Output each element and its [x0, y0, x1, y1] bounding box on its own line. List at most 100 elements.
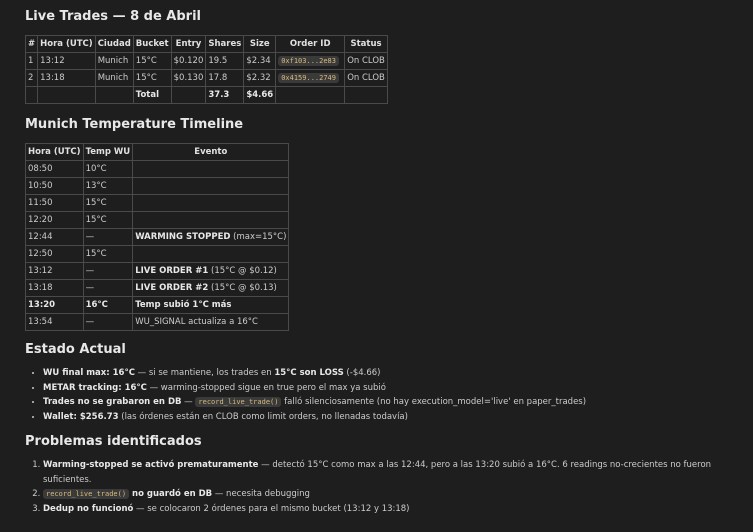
item-bold: Dedup no funcionó: [43, 503, 134, 514]
timeline-row: 12:20 15°C: [25, 211, 290, 229]
timeline-table: Hora (UTC) Temp WU Evento 08:50 10°C 10:50…: [25, 143, 290, 331]
trade-order-id: 0xf103...2e83: [278, 56, 339, 66]
timeline-evento: [132, 177, 290, 195]
total-size: $4.66: [243, 86, 277, 104]
col-header-size: Size: [243, 35, 277, 53]
trade-status: On CLOB: [344, 69, 388, 87]
timeline-temp-text: —: [85, 232, 95, 242]
estado-heading: Estado Actual: [25, 342, 126, 357]
timeline-hora: 13:18: [25, 279, 84, 297]
item-text: — necesita debugging: [212, 489, 310, 499]
timeline-hora: 11:50: [25, 194, 84, 212]
timeline-evento: LIVE ORDER #2 (15°C @ $0.13): [132, 279, 290, 297]
timeline-hora-text: 08:50: [28, 164, 53, 174]
total-shares: 37.3: [205, 86, 245, 104]
timeline-temp: —: [82, 262, 134, 280]
timeline-evento: [132, 245, 290, 263]
list-item: Warming-stopped se activó prematuramente…: [43, 458, 753, 487]
timeline-temp: —: [82, 228, 134, 246]
item-bold: Trades no se grabaron en DB: [43, 397, 182, 407]
trade-ciudad: Munich: [94, 52, 134, 70]
trade-number: 1: [24, 52, 39, 70]
empty-cell: [37, 86, 96, 104]
trade-bucket: 15°C: [132, 52, 172, 70]
empty-cell: [275, 86, 346, 104]
timeline-temp: 15°C: [82, 194, 134, 212]
timeline-hora-text: 10:50: [28, 181, 53, 191]
timeline-hora-text: 13:54: [28, 317, 53, 327]
trade-row: 2 13:18 Munich 15°C $0.130 17.8 $2.32 0x…: [24, 69, 388, 87]
trade-ciudad: Munich: [94, 69, 134, 87]
trade-entry: $0.130: [170, 69, 207, 87]
item-bold: Warming-stopped se activó prematuramente: [43, 460, 259, 470]
timeline-temp: 16°C: [82, 296, 134, 314]
timeline-temp: —: [82, 279, 134, 297]
timeline-temp-text: 15°C: [85, 215, 107, 225]
item-text: — si se mantiene, los trades en: [134, 368, 275, 378]
col-header-hora: Hora (UTC): [25, 143, 84, 161]
timeline-temp-text: —: [85, 266, 95, 276]
evento-text: (15°C @ $0.12): [208, 266, 277, 276]
empty-cell: [344, 86, 388, 104]
timeline-header-row: Hora (UTC) Temp WU Evento: [25, 143, 290, 161]
trade-order-id: 0x4159...2749: [278, 73, 339, 83]
timeline-row: 12:44 — WARMING STOPPED (max=15°C): [25, 228, 290, 246]
timeline-hora: 08:50: [25, 160, 84, 178]
col-header-number: #: [24, 35, 39, 53]
evento-text: WU_SIGNAL actualiza a 16°C: [135, 317, 258, 327]
timeline-evento: [132, 194, 290, 212]
empty-cell: [170, 86, 207, 104]
timeline-hora-text: 12:44: [28, 232, 53, 242]
timeline-evento: WARMING STOPPED (max=15°C): [132, 228, 290, 246]
timeline-heading: Munich Temperature Timeline: [25, 117, 244, 132]
col-header-temp: Temp WU: [82, 143, 134, 161]
timeline-hora-text: 13:12: [28, 266, 53, 276]
trades-header-row: # Hora (UTC) Ciudad Bucket Entry Shares …: [24, 35, 388, 53]
timeline-temp-text: 13°C: [85, 181, 107, 191]
document-view: Live Trades — 8 de Abril # Hora (UTC) Ci…: [0, 0, 753, 516]
timeline-row: 08:50 10°C: [25, 160, 290, 178]
timeline-row: 13:20 16°C Temp subió 1°C más: [25, 296, 290, 314]
evento-text: (max=15°C): [230, 232, 287, 242]
timeline-row: 13:12 — LIVE ORDER #1 (15°C @ $0.12): [25, 262, 290, 280]
trade-bucket: 15°C: [132, 69, 172, 87]
col-header-evento: Evento: [132, 143, 290, 161]
timeline-temp-text: 10°C: [85, 164, 107, 174]
problemas-list: Warming-stopped se activó prematuramente…: [25, 458, 753, 516]
timeline-hora: 12:44: [25, 228, 84, 246]
col-header-hora: Hora (UTC): [37, 35, 96, 53]
timeline-evento: LIVE ORDER #1 (15°C @ $0.12): [132, 262, 290, 280]
timeline-row: 13:54 — WU_SIGNAL actualiza a 16°C: [25, 313, 290, 331]
total-label: Total: [132, 86, 172, 104]
trades-table: # Hora (UTC) Ciudad Bucket Entry Shares …: [24, 35, 388, 104]
item-text: — warming-stopped sigue en true pero el …: [146, 382, 386, 393]
list-item: Dedup no funcionó — se colocaron 2 órden…: [43, 502, 753, 517]
trade-entry: $0.120: [170, 52, 207, 70]
problemas-heading: Problemas identificados: [25, 434, 202, 449]
trade-shares: 19.5: [205, 52, 245, 70]
timeline-hora-text: 12:50: [28, 249, 53, 259]
timeline-evento: [132, 211, 290, 229]
timeline-hora: 12:50: [25, 245, 84, 263]
evento-text: (15°C @ $0.13): [208, 283, 277, 293]
trade-number: 2: [24, 69, 39, 87]
item-bold: no guardó en DB: [129, 489, 213, 499]
col-header-entry: Entry: [170, 35, 207, 53]
timeline-temp: 15°C: [82, 245, 134, 263]
trade-size: $2.32: [243, 69, 277, 87]
list-item: Trades no se grabaron en DB — record_liv…: [43, 395, 753, 410]
item-bold: 15°C son LOSS: [274, 368, 344, 378]
timeline-row: 11:50 15°C: [25, 194, 290, 212]
list-item: record_live_trade() no guardó en DB — ne…: [43, 487, 753, 502]
trades-total-row: Total 37.3 $4.66: [24, 86, 388, 104]
item-text: (-$4.66): [343, 368, 381, 378]
inline-code: record_live_trade(): [195, 397, 282, 407]
item-bold: WU final max: 16°C: [43, 368, 135, 378]
timeline-temp-text: —: [85, 283, 95, 293]
estado-list: WU final max: 16°C — si se mantiene, los…: [25, 366, 753, 424]
timeline-evento: [132, 160, 290, 178]
timeline-temp: 10°C: [82, 160, 134, 178]
empty-cell: [24, 86, 39, 104]
col-header-ciudad: Ciudad: [94, 35, 134, 53]
col-header-bucket: Bucket: [132, 35, 172, 53]
